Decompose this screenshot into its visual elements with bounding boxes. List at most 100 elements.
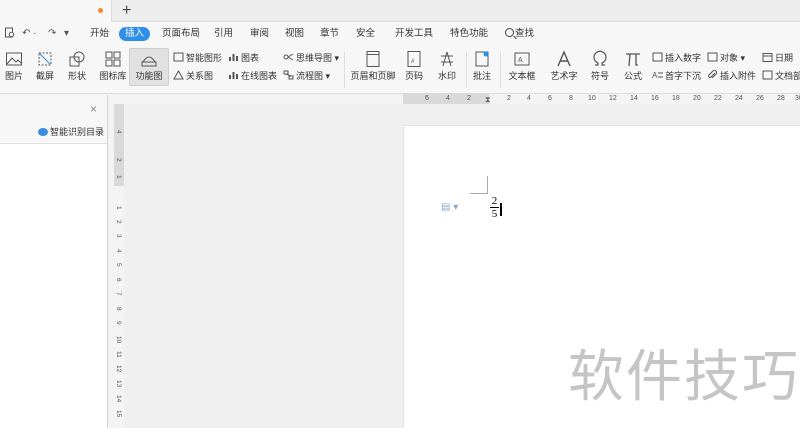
- online-chart-button[interactable]: 在线图表: [228, 69, 277, 83]
- comment-button[interactable]: 批注: [470, 46, 494, 82]
- ruler-tick-label: 22: [714, 95, 722, 102]
- ruler-gutter: [108, 94, 403, 104]
- smart-graphic-label: 智能图形: [186, 53, 223, 63]
- ruler-tick-label: 9: [115, 321, 122, 325]
- omega-icon: [593, 50, 607, 66]
- ruler-margin-area: [114, 104, 124, 186]
- navigation-pane: × 智能识别目录: [0, 95, 108, 428]
- menu-page-layout[interactable]: 页面布局: [162, 27, 200, 41]
- indent-marker-icon[interactable]: ⧗: [485, 95, 491, 105]
- online-chart-label: 在线图表: [241, 71, 278, 81]
- fraction[interactable]: 2 5: [490, 195, 499, 220]
- formula-label: 公式: [623, 71, 642, 81]
- picture-icon: [6, 52, 22, 66]
- search-button[interactable]: 查找: [505, 27, 534, 41]
- function-chart-button[interactable]: 功能图: [130, 46, 168, 82]
- menu-developer[interactable]: 开发工具: [395, 27, 433, 41]
- customize-icon[interactable]: ▾: [64, 27, 69, 41]
- menu-features[interactable]: 特色功能: [450, 27, 488, 41]
- wordart-label: 艺术字: [550, 71, 578, 81]
- new-tab-button[interactable]: +: [122, 1, 131, 21]
- chart-button[interactable]: 图表: [228, 51, 259, 65]
- unsaved-dot-icon: [98, 8, 103, 13]
- picture-button[interactable]: 图片: [2, 46, 26, 82]
- document-tab[interactable]: [0, 0, 112, 22]
- wordart-button[interactable]: 艺术字: [545, 46, 583, 82]
- close-icon[interactable]: ×: [90, 103, 97, 115]
- redo-button[interactable]: ↷: [48, 27, 56, 41]
- ruler-tick-label: 12: [609, 95, 617, 102]
- ruler-tick-label: 7: [115, 292, 122, 296]
- screenshot-button[interactable]: 截屏: [32, 46, 58, 82]
- shape-button[interactable]: 形状: [64, 46, 90, 82]
- svg-text:A: A: [518, 57, 523, 64]
- ribbon-toolbar: 图片 截屏 形状 图标库 功能图 智能图形 关系图 图表 在线图表 思维导图 ▾…: [0, 46, 800, 94]
- menu-view[interactable]: 视图: [285, 27, 304, 41]
- symbol-button[interactable]: 符号: [586, 46, 614, 82]
- menu-home[interactable]: 开始: [90, 27, 109, 41]
- screenshot-icon: [38, 52, 52, 66]
- menu-section[interactable]: 章节: [320, 27, 339, 41]
- relation-chart-button[interactable]: 关系图: [173, 69, 213, 83]
- header-footer-button[interactable]: 页眉和页脚: [350, 46, 396, 82]
- margin-corner-mark: [470, 176, 488, 194]
- ruler-tick-label: 4: [446, 95, 450, 102]
- fraction-numerator: 2: [491, 195, 498, 207]
- online-chart-icon: [229, 72, 238, 79]
- date-button[interactable]: 日期: [762, 51, 793, 65]
- flowchart-icon: [283, 70, 294, 80]
- watermark-button[interactable]: 水印: [433, 46, 461, 82]
- relation-chart-label: 关系图: [186, 71, 214, 81]
- ruler-tick-label: 2: [115, 220, 122, 224]
- formula-button[interactable]: 公式: [618, 46, 648, 82]
- ribbon-separator: [500, 52, 501, 88]
- menu-security[interactable]: 安全: [356, 27, 375, 41]
- ruler-tick-label: 11: [115, 351, 122, 358]
- menu-insert[interactable]: 插入: [119, 27, 151, 41]
- header-footer-icon: [366, 51, 380, 67]
- vertical-ruler[interactable]: 4 2 1 1 2 3 4 5 6 7 8 9 10 11 12 13 14 1…: [114, 104, 124, 428]
- ruler-tick-label: 2: [507, 95, 511, 102]
- relation-chart-icon: [173, 70, 184, 80]
- flowchart-button[interactable]: 流程图 ▾: [283, 69, 330, 83]
- ruler-tick-label: 15: [115, 410, 122, 418]
- paste-options-icon[interactable]: ▤ ▾: [441, 202, 458, 213]
- icon-library-icon: [105, 51, 121, 67]
- ruler-tick-label: 14: [115, 395, 122, 403]
- flowchart-label: 流程图: [296, 71, 324, 81]
- icon-library-button[interactable]: 图标库: [98, 46, 128, 82]
- comment-label: 批注: [472, 71, 491, 81]
- fraction-denominator: 5: [491, 208, 498, 220]
- ruler-tick-label: 24: [735, 95, 743, 102]
- object-button[interactable]: 对象 ▾: [707, 51, 745, 65]
- ribbon-separator: [466, 52, 467, 88]
- doc-parts-button[interactable]: 文档部: [762, 69, 800, 83]
- ruler-tick-label: 2: [467, 95, 471, 102]
- horizontal-ruler[interactable]: 6 4 2 2 4 6 8 10 12 14 16 18 20 22 24 26…: [403, 94, 800, 104]
- ruler-tick-label: 26: [756, 95, 764, 102]
- menu-review[interactable]: 审阅: [250, 27, 269, 41]
- mindmap-button[interactable]: 思维导图 ▾: [283, 51, 339, 65]
- smart-graphic-button[interactable]: 智能图形: [173, 51, 222, 65]
- drop-cap-button[interactable]: A 首字下沉: [652, 69, 701, 83]
- ruler-tick-label: 4: [115, 130, 122, 134]
- undo-button[interactable]: ↶ ·: [22, 27, 37, 41]
- ruler-text-area: [489, 94, 800, 104]
- smart-toc-button[interactable]: 智能识别目录: [38, 125, 104, 138]
- shape-icon: [69, 51, 85, 67]
- ruler-tick-label: 14: [630, 95, 638, 102]
- page-number-button[interactable]: # 页码: [401, 46, 427, 82]
- symbol-label: 符号: [590, 71, 609, 81]
- picture-label: 图片: [4, 71, 23, 81]
- ruler-tick-label: 4: [527, 95, 531, 102]
- ruler-tick-label: 6: [425, 95, 429, 102]
- textbox-button[interactable]: A 文本框: [504, 46, 540, 82]
- attachment-button[interactable]: 插入附件: [707, 69, 756, 83]
- object-label: 对象: [720, 53, 739, 63]
- ruler-tick-label: 12: [115, 365, 122, 373]
- header-footer-label: 页眉和页脚: [350, 71, 396, 81]
- menu-references[interactable]: 引用: [214, 27, 233, 41]
- insert-number-button[interactable]: 插入数字: [652, 51, 701, 65]
- wordart-icon: [557, 50, 571, 67]
- file-icon[interactable]: [4, 27, 15, 43]
